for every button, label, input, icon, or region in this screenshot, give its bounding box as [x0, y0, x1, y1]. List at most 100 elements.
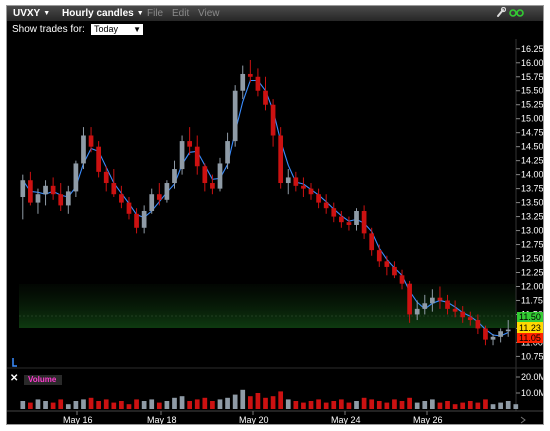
- candle-body: [392, 266, 397, 276]
- volume-bar: [35, 399, 41, 409]
- volume-bar: [73, 401, 79, 409]
- price-tick-label: 12.25: [521, 268, 543, 278]
- price-tick-label: 13.00: [521, 226, 543, 236]
- volume-tick-label: 10.0M: [521, 388, 543, 398]
- show-trades-select[interactable]: Today ▼: [91, 24, 143, 35]
- close-icon[interactable]: ✕: [10, 373, 18, 384]
- volume-bar: [65, 404, 71, 409]
- candle-body: [247, 73, 253, 77]
- volume-bar: [483, 399, 488, 409]
- candle-body: [331, 208, 337, 217]
- price-tick-label: 14.75: [521, 128, 543, 138]
- candle-body: [445, 300, 450, 309]
- candle-body: [338, 216, 344, 223]
- volume-bar: [278, 391, 284, 409]
- chart-type-label: Hourly candles: [62, 8, 134, 19]
- candle-body: [361, 210, 367, 234]
- candle-body: [96, 146, 101, 172]
- price-tick-label: 12.00: [521, 281, 543, 291]
- chart-type-chevron-down-icon: ▼: [136, 10, 144, 17]
- volume-bar: [422, 401, 428, 409]
- candle-body: [263, 90, 268, 105]
- time-tick-label: May 18: [147, 415, 177, 424]
- candle-body: [308, 188, 314, 195]
- price-tick-label: 12.75: [521, 240, 543, 250]
- menu-view[interactable]: View: [198, 8, 220, 19]
- volume-bar: [270, 396, 276, 409]
- candle-body: [278, 135, 284, 184]
- candle-body: [346, 222, 352, 225]
- price-tags: 11.50 11.23 11.05: [517, 312, 543, 343]
- candle-body: [172, 169, 177, 184]
- price-tick-label: 14.25: [521, 156, 543, 166]
- symbol-selector[interactable]: UVXY ▼: [13, 8, 50, 19]
- candle-body: [475, 320, 481, 329]
- candle-body: [73, 163, 79, 192]
- candle-body: [50, 185, 56, 195]
- candle-body: [156, 194, 162, 200]
- volume-bar: [20, 401, 26, 409]
- price-tick-label: 13.50: [521, 198, 543, 208]
- candle-body: [65, 191, 71, 206]
- volume-tick-label: 20.0M: [521, 372, 543, 382]
- volume-bar: [111, 402, 117, 409]
- volume-bar: [467, 401, 473, 409]
- price-zone-band: [19, 284, 516, 328]
- symbol-label: UVXY: [13, 8, 41, 19]
- link-icon[interactable]: [509, 8, 525, 21]
- candle-body: [217, 163, 223, 189]
- menu-edit[interactable]: Edit: [172, 8, 189, 19]
- volume-bar: [247, 396, 253, 409]
- candle-body: [35, 194, 41, 203]
- volume-bar: [513, 404, 519, 409]
- candle-body: [202, 166, 208, 184]
- volume-bar: [96, 401, 101, 409]
- volume-bar: [81, 399, 86, 409]
- time-tick-label: May 26: [413, 415, 443, 424]
- volume-bar: [88, 397, 94, 409]
- candle-body: [270, 104, 276, 136]
- price-tick-label: 10.75: [521, 351, 543, 361]
- volume-bar: [240, 389, 246, 409]
- volume-bar: [392, 399, 397, 409]
- volume-panel-label: Volume: [24, 375, 63, 385]
- price-tick-label: 15.75: [521, 72, 543, 82]
- volume-bar: [301, 402, 306, 409]
- price-tick-label: 11.75: [521, 295, 543, 305]
- volume-bar: [126, 404, 132, 409]
- volume-bar: [384, 402, 390, 409]
- volume-bar: [164, 401, 170, 409]
- wrench-icon[interactable]: [496, 6, 507, 21]
- menu-file[interactable]: File: [147, 8, 163, 19]
- volume-bar: [414, 402, 420, 409]
- volume-bar: [103, 399, 109, 409]
- volume-bar: [149, 399, 155, 409]
- candle-body: [43, 185, 48, 195]
- volume-bar: [255, 393, 261, 409]
- candle-body: [460, 311, 466, 318]
- volume-bar: [50, 402, 56, 409]
- chart-type-selector[interactable]: Hourly candles ▼: [62, 8, 144, 19]
- chart-window: 16.25 16.00 15.75 15.50 15.25 15.00 14.75 14.50…: [6, 5, 544, 425]
- volume-bar: [361, 397, 367, 409]
- candle-body: [293, 177, 299, 186]
- volume-bar: [490, 404, 496, 409]
- volume-bar: [194, 399, 200, 409]
- candle-body: [81, 135, 86, 164]
- candle-body: [240, 73, 246, 91]
- candle-body: [467, 317, 473, 321]
- price-tick-label: 12.50: [521, 254, 543, 264]
- volume-bar: [141, 401, 147, 409]
- bid-price-tag: 11.50: [519, 312, 541, 322]
- candle-body: [88, 135, 94, 147]
- candle-body: [483, 328, 488, 340]
- candle-body: [149, 194, 155, 211]
- candle-body: [384, 261, 390, 267]
- candle-body: [414, 308, 420, 315]
- show-trades-label: Show trades for:: [12, 24, 85, 35]
- volume-bar: [308, 401, 314, 409]
- volume-bar: [452, 404, 458, 409]
- volume-bar: [285, 399, 291, 409]
- time-tick-label: May 24: [331, 415, 361, 424]
- time-tick-label: May 20: [239, 415, 269, 424]
